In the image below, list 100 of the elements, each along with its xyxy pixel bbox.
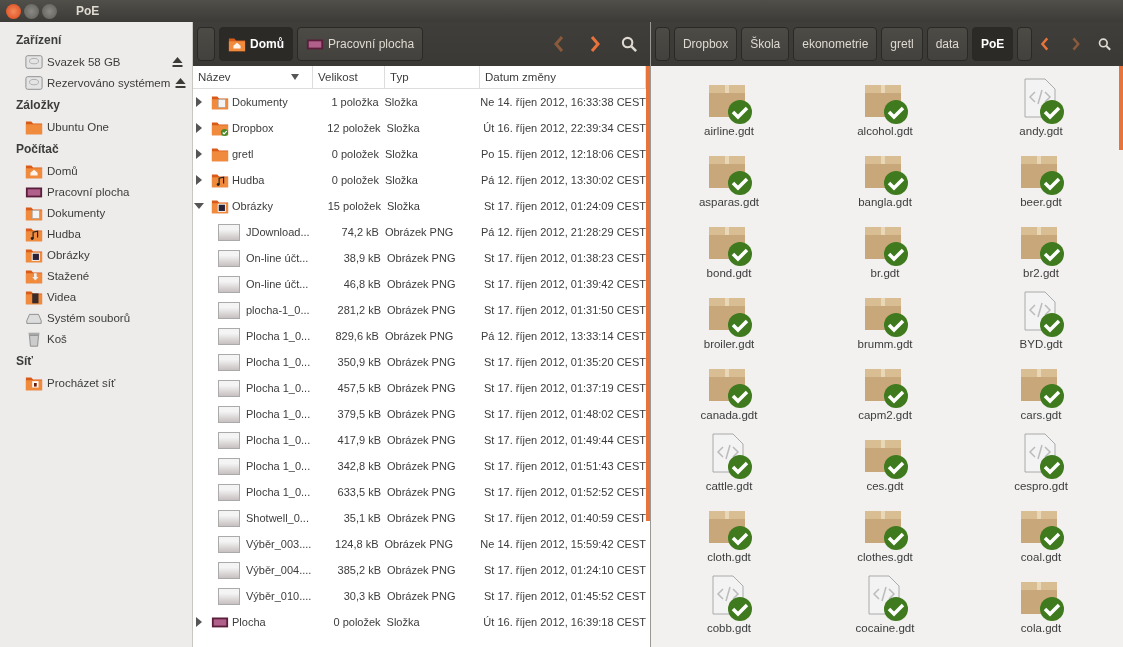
file-name[interactable]: Plocha bbox=[232, 616, 266, 628]
file-name[interactable]: BYD.gdt bbox=[1019, 338, 1063, 350]
eject-icon[interactable] bbox=[171, 55, 184, 68]
expander-icon[interactable] bbox=[194, 123, 204, 133]
file-name[interactable]: broiler.gdt bbox=[703, 338, 755, 350]
expander-icon[interactable] bbox=[194, 97, 204, 107]
sidebar-item[interactable]: Dokumenty bbox=[0, 202, 192, 223]
file-name[interactable]: airline.gdt bbox=[704, 125, 754, 137]
file-name[interactable]: br2.gdt bbox=[1023, 267, 1059, 279]
sidebar-item[interactable]: Ubuntu One bbox=[0, 116, 192, 137]
image-thumbnail bbox=[218, 249, 240, 267]
modified-date: St 17. říjen 2012, 01:45:52 CEST bbox=[482, 590, 646, 602]
expander-icon[interactable] bbox=[194, 175, 204, 185]
file-name[interactable]: canada.gdt bbox=[700, 409, 758, 421]
path-button[interactable]: ekonometrie bbox=[793, 27, 878, 61]
file-name[interactable]: Plocha 1_0... bbox=[246, 408, 311, 420]
drive-icon bbox=[25, 52, 43, 71]
file-name[interactable]: clothes.gdt bbox=[857, 551, 913, 563]
file-name[interactable]: cobb.gdt bbox=[706, 622, 752, 634]
path-button[interactable]: Škola bbox=[741, 27, 790, 61]
column-header[interactable]: Název bbox=[193, 66, 313, 88]
file-name[interactable]: Hudba bbox=[232, 174, 265, 186]
file-name[interactable]: coal.gdt bbox=[1020, 551, 1062, 563]
file-type: Obrázek PNG bbox=[385, 304, 457, 316]
file-name[interactable]: cloth.gdt bbox=[707, 551, 751, 563]
file-name[interactable]: Shotwell_0... bbox=[246, 512, 309, 524]
sidebar-item[interactable]: Procházet síť bbox=[0, 372, 192, 393]
drive-icon bbox=[25, 73, 43, 92]
file-name[interactable]: On-line účt... bbox=[246, 278, 309, 290]
file-name[interactable]: alcohol.gdt bbox=[857, 125, 913, 137]
file-type: Obrázek PNG bbox=[385, 434, 457, 446]
file-name[interactable]: bangla.gdt bbox=[858, 196, 912, 208]
modified-date: St 17. říjen 2012, 01:51:43 CEST bbox=[482, 460, 646, 472]
file-name[interactable]: beer.gdt bbox=[1020, 196, 1062, 208]
file-name[interactable]: cars.gdt bbox=[1020, 409, 1062, 421]
file-name[interactable]: cattle.gdt bbox=[705, 480, 753, 492]
path-button[interactable]: PoE bbox=[972, 27, 1014, 61]
file-type: Obrázek PNG bbox=[383, 330, 455, 342]
file-size: 350,9 kB bbox=[336, 356, 382, 368]
file-name[interactable]: bond.gdt bbox=[706, 267, 752, 279]
image-thumbnail bbox=[218, 509, 240, 527]
sidebar-item[interactable]: Stažené bbox=[0, 265, 192, 286]
expander-icon[interactable] bbox=[194, 617, 204, 627]
file-name[interactable]: asparas.gdt bbox=[698, 196, 760, 208]
sidebar-item[interactable]: Hudba bbox=[0, 223, 192, 244]
maximize-button[interactable] bbox=[42, 3, 57, 19]
scrollbar-thumb[interactable] bbox=[646, 66, 650, 521]
file-name[interactable]: cocaine.gdt bbox=[855, 622, 915, 634]
file-name[interactable]: On-line účt... bbox=[246, 252, 309, 264]
scrollbar-thumb[interactable] bbox=[1119, 66, 1123, 150]
expander-icon[interactable] bbox=[194, 149, 204, 159]
column-header[interactable]: Velikost bbox=[313, 66, 385, 88]
path-button[interactable]: Domů bbox=[219, 27, 293, 61]
file-name[interactable]: cola.gdt bbox=[1020, 622, 1062, 634]
file-name[interactable]: Plocha 1_0... bbox=[246, 356, 311, 368]
path-button[interactable]: Dropbox bbox=[673, 27, 738, 61]
file-name[interactable]: ces.gdt bbox=[866, 480, 904, 492]
minimize-button[interactable] bbox=[24, 3, 39, 19]
file-name[interactable]: Výběr_010.... bbox=[246, 590, 312, 602]
file-name[interactable]: andy.gdt bbox=[1019, 125, 1063, 137]
file-name[interactable]: cespro.gdt bbox=[1014, 480, 1068, 492]
file-name[interactable]: Plocha 1_0... bbox=[246, 382, 311, 394]
file-name[interactable]: gretl bbox=[232, 148, 254, 160]
file-name[interactable]: Plocha 1_0... bbox=[246, 330, 311, 342]
file-name[interactable]: JDownload... bbox=[246, 226, 310, 238]
image-thumbnail bbox=[218, 275, 240, 293]
eject-icon[interactable] bbox=[174, 76, 188, 89]
expander-icon[interactable] bbox=[194, 201, 204, 211]
modified-date: Pá 12. říjen 2012, 13:30:02 CEST bbox=[479, 174, 646, 186]
file-size: 124,8 kB bbox=[334, 538, 380, 550]
file-name[interactable]: Dropbox bbox=[232, 122, 274, 134]
path-button[interactable]: data bbox=[926, 27, 968, 61]
sidebar-item[interactable]: Videa bbox=[0, 286, 192, 307]
close-button[interactable] bbox=[6, 3, 21, 19]
file-name[interactable]: Plocha 1_0... bbox=[246, 486, 311, 498]
file-name[interactable]: Plocha 1_0... bbox=[246, 460, 311, 472]
image-thumbnail bbox=[218, 535, 240, 553]
file-size: 342,8 kB bbox=[336, 460, 382, 472]
sidebar-item[interactable]: Svazek 58 GB bbox=[0, 51, 192, 72]
sidebar-item[interactable]: Rezervováno systémem bbox=[0, 72, 192, 93]
path-button[interactable]: Pracovní plocha bbox=[297, 27, 424, 61]
sidebar-item[interactable]: Domů bbox=[0, 160, 192, 181]
file-name[interactable]: Obrázky bbox=[232, 200, 273, 212]
file-name[interactable]: plocha-1_0... bbox=[246, 304, 310, 316]
search-icon[interactable] bbox=[1098, 35, 1112, 53]
file-name[interactable]: Výběr_003.... bbox=[246, 538, 312, 550]
file-name[interactable]: capm2.gdt bbox=[858, 409, 912, 421]
file-name[interactable]: Plocha 1_0... bbox=[246, 434, 311, 446]
file-name[interactable]: Dokumenty bbox=[232, 96, 288, 108]
sidebar-item[interactable]: Systém souborů bbox=[0, 307, 192, 328]
search-icon[interactable] bbox=[621, 35, 638, 53]
modified-date: Po 15. říjen 2012, 12:18:06 CEST bbox=[479, 148, 646, 160]
file-name[interactable]: Výběr_004.... bbox=[246, 564, 312, 576]
file-name[interactable]: brumm.gdt bbox=[857, 338, 913, 350]
path-button[interactable]: gretl bbox=[881, 27, 923, 61]
sidebar-item[interactable]: Obrázky bbox=[0, 244, 192, 265]
sidebar-item[interactable]: Koš bbox=[0, 328, 192, 349]
file-name[interactable]: br.gdt bbox=[870, 267, 900, 279]
sidebar-item[interactable]: Pracovní plocha bbox=[0, 181, 192, 202]
column-header[interactable]: Typ bbox=[385, 66, 480, 88]
